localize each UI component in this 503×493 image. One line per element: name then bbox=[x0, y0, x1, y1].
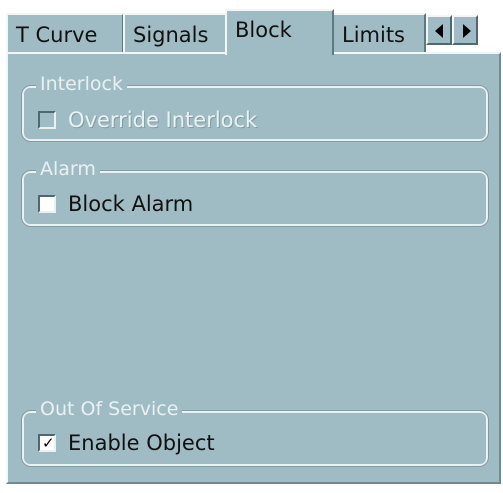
arrow-right-icon bbox=[463, 24, 471, 38]
block-alarm-checkbox[interactable] bbox=[38, 195, 56, 213]
tab-label: Limits bbox=[342, 23, 405, 47]
interlock-group-title: Interlock bbox=[36, 72, 127, 96]
enable-object-row[interactable]: ✓ Enable Object bbox=[38, 431, 215, 455]
out-of-service-group: Out Of Service ✓ Enable Object bbox=[21, 397, 489, 467]
override-interlock-checkbox bbox=[38, 111, 56, 129]
tab-panel-block: Interlock Override Interlock Alarm Block… bbox=[6, 52, 501, 484]
tab-strip: T Curve Signals Block Limits bbox=[6, 9, 503, 55]
tab-label: Block bbox=[235, 18, 292, 42]
block-alarm-row[interactable]: Block Alarm bbox=[38, 192, 193, 216]
tab-scroll-right-button[interactable] bbox=[452, 15, 478, 45]
tab-signals[interactable]: Signals bbox=[123, 13, 227, 53]
block-alarm-label[interactable]: Block Alarm bbox=[68, 192, 193, 216]
alarm-group: Alarm Block Alarm bbox=[21, 157, 489, 227]
enable-object-label[interactable]: Enable Object bbox=[68, 431, 215, 455]
override-interlock-row: Override Interlock bbox=[38, 108, 257, 132]
tab-label: T Curve bbox=[16, 23, 98, 47]
alarm-group-title: Alarm bbox=[36, 157, 100, 181]
enable-object-checkbox[interactable]: ✓ bbox=[38, 434, 56, 452]
out-of-service-group-title: Out Of Service bbox=[36, 397, 183, 421]
tab-scroll-left-button[interactable] bbox=[426, 15, 452, 45]
interlock-group: Interlock Override Interlock bbox=[21, 72, 489, 142]
arrow-left-icon bbox=[435, 24, 443, 38]
override-interlock-label: Override Interlock bbox=[68, 108, 258, 132]
checkmark-icon: ✓ bbox=[42, 434, 55, 452]
tab-block[interactable]: Block bbox=[225, 9, 334, 55]
tab-limits[interactable]: Limits bbox=[332, 13, 426, 53]
tab-label: Signals bbox=[133, 23, 209, 47]
tab-t-curve[interactable]: T Curve bbox=[6, 13, 124, 53]
